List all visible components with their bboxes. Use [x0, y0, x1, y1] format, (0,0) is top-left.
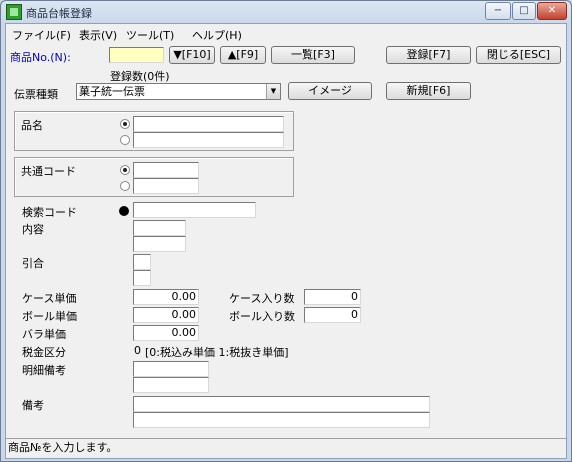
- search-code-input[interactable]: [133, 202, 256, 218]
- app-icon: [6, 4, 22, 20]
- radio-icon[interactable]: [120, 181, 130, 191]
- case-qty-input[interactable]: 0: [304, 289, 361, 305]
- menu-bar: ファイル(F) 表示(V) ツール(T) ヘルプ(H): [6, 24, 566, 43]
- menu-view[interactable]: 表示(V): [79, 27, 117, 43]
- case-qty-label: ケース入り数: [229, 292, 295, 305]
- contents-label: 内容: [22, 223, 44, 236]
- pull-label: 引合: [22, 257, 44, 270]
- menu-file[interactable]: ファイル(F): [12, 27, 71, 43]
- image-button[interactable]: イメージ: [288, 82, 372, 100]
- pull-input-2[interactable]: [133, 270, 151, 286]
- menu-help[interactable]: ヘルプ(H): [192, 27, 242, 43]
- note-input-2[interactable]: [133, 412, 430, 428]
- close-button[interactable]: ✕: [537, 2, 567, 20]
- contents-input-1[interactable]: [133, 220, 186, 236]
- slip-type-select[interactable]: 菓子統一伝票 ▼: [76, 83, 281, 100]
- common-code-input-1[interactable]: [133, 162, 199, 178]
- slip-type-value: 菓子統一伝票: [79, 85, 145, 98]
- close-form-button[interactable]: 閉じる[ESC]: [476, 46, 561, 64]
- bullet-icon: [119, 206, 129, 216]
- tax-value[interactable]: 0: [134, 344, 141, 357]
- case-price-label: ケース単価: [22, 292, 77, 305]
- contents-input-2[interactable]: [133, 236, 186, 252]
- prev-button[interactable]: ▼[F10]: [169, 46, 215, 64]
- slip-type-label: 伝票種類: [14, 88, 58, 101]
- detail-note-input-2[interactable]: [133, 377, 209, 393]
- maximize-button[interactable]: □: [512, 2, 536, 20]
- ball-qty-label: ボール入り数: [229, 310, 295, 323]
- minimize-button[interactable]: −: [485, 2, 511, 20]
- status-message: 商品№を入力します。: [8, 441, 118, 454]
- client-area: ファイル(F) 表示(V) ツール(T) ヘルプ(H) 商品No.(N): ▼[…: [5, 23, 567, 459]
- common-code-label: 共通コード: [21, 165, 76, 178]
- register-button[interactable]: 登録[F7]: [386, 46, 471, 64]
- main-window: 商品台帳登録 − □ ✕ ファイル(F) 表示(V) ツール(T) ヘルプ(H)…: [0, 0, 572, 462]
- product-no-input[interactable]: [109, 47, 164, 63]
- ball-price-input[interactable]: 0.00: [133, 307, 199, 323]
- note-label: 備考: [22, 399, 44, 412]
- radio-selected-icon[interactable]: [120, 165, 130, 175]
- new-button[interactable]: 新規[F6]: [386, 82, 471, 100]
- product-name-input-2[interactable]: [133, 132, 284, 148]
- menu-tools[interactable]: ツール(T): [126, 27, 174, 43]
- ball-price-label: ボール単価: [22, 310, 77, 323]
- loose-price-label: バラ単価: [22, 328, 66, 341]
- radio-selected-icon[interactable]: [120, 119, 130, 129]
- list-button[interactable]: 一覧[F3]: [271, 46, 355, 64]
- note-input-1[interactable]: [133, 396, 430, 412]
- tax-label: 税金区分: [22, 346, 66, 359]
- dropdown-arrow-icon: ▼: [266, 84, 280, 99]
- loose-price-input[interactable]: 0.00: [133, 325, 199, 341]
- common-code-input-2[interactable]: [133, 178, 199, 194]
- radio-icon[interactable]: [120, 135, 130, 145]
- product-name-label: 品名: [21, 119, 43, 132]
- detail-note-input-1[interactable]: [133, 361, 209, 377]
- status-bar: 商品№を入力します。: [6, 438, 566, 458]
- title-bar: 商品台帳登録 − □ ✕: [1, 1, 571, 23]
- product-name-input-1[interactable]: [133, 116, 284, 132]
- case-price-input[interactable]: 0.00: [133, 289, 199, 305]
- count-label: 登録数(0件): [110, 70, 170, 83]
- product-no-label: 商品No.(N):: [10, 51, 71, 64]
- tax-hint: [0:税込み単価 1:税抜き単価]: [145, 346, 289, 359]
- ball-qty-input[interactable]: 0: [304, 307, 361, 323]
- window-title: 商品台帳登録: [26, 7, 92, 20]
- search-code-label: 検索コード: [22, 206, 77, 219]
- next-button[interactable]: ▲[F9]: [220, 46, 266, 64]
- detail-note-label: 明細備考: [22, 364, 66, 377]
- pull-input-1[interactable]: [133, 254, 151, 270]
